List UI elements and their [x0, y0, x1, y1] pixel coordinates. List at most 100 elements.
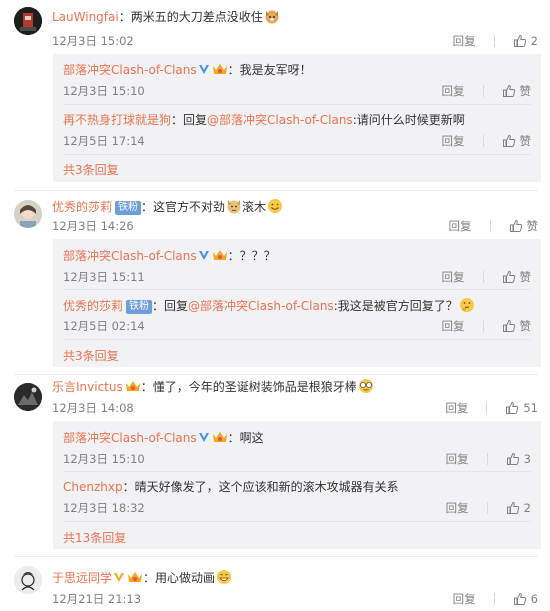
- avatar[interactable]: [14, 566, 42, 594]
- divider: [486, 453, 488, 465]
- verified-v-icon: [198, 251, 209, 260]
- like-button[interactable]: 2: [506, 501, 531, 515]
- divider: [482, 135, 484, 147]
- comment-username[interactable]: 乐言Invictus: [52, 380, 123, 394]
- comment-username[interactable]: LauWingfai: [52, 10, 119, 24]
- reply-username[interactable]: 优秀的莎莉: [63, 299, 123, 313]
- reply-username[interactable]: 再不热身打球就是狗: [63, 113, 171, 127]
- reply-item: Chenzhxp：晴天好像发了，这个应该和新的滚木攻城器有关系 12月3日 18…: [53, 473, 541, 521]
- divider: [482, 85, 484, 97]
- like-button[interactable]: 赞: [502, 269, 532, 285]
- like-count: 2: [530, 34, 538, 48]
- fan-badge: 铁粉: [115, 201, 142, 215]
- reply-button[interactable]: 回复: [446, 500, 469, 516]
- divider: [486, 402, 488, 414]
- mention-link[interactable]: @部落冲突Clash-of-Clans: [207, 113, 353, 127]
- more-replies-link[interactable]: 共3条回复: [63, 162, 119, 178]
- divider: [63, 339, 531, 340]
- smile-emoji-icon: [268, 199, 283, 213]
- mention-link[interactable]: @部落冲突Clash-of-Clans: [188, 299, 334, 313]
- like-button[interactable]: 51: [505, 401, 538, 415]
- comment-text: ：两米五的大刀差点没收住: [118, 10, 263, 24]
- avatar[interactable]: [14, 7, 42, 35]
- divider: [63, 471, 531, 472]
- like-count: 6: [530, 592, 538, 606]
- divider: [63, 154, 531, 155]
- reply-button[interactable]: 回复: [442, 133, 465, 149]
- divider: [489, 220, 491, 232]
- like-label: 赞: [519, 134, 532, 148]
- fan-badge: 铁粉: [126, 300, 153, 314]
- comment-text: ：懂了，今年的圣诞树装饰品是根狼牙棒: [140, 380, 357, 394]
- divider: [63, 521, 531, 522]
- like-button[interactable]: 赞: [502, 133, 532, 149]
- crown-badge-icon: [212, 432, 227, 442]
- reply-button[interactable]: 回复: [449, 218, 472, 234]
- crown-badge-icon: [125, 381, 140, 391]
- thumbs-up-icon: [506, 452, 519, 465]
- divider: [486, 502, 488, 514]
- reply-button[interactable]: 回复: [453, 591, 476, 607]
- reply-text: ：回复: [171, 113, 208, 127]
- comment-username[interactable]: 优秀的莎莉: [52, 200, 112, 214]
- divider: [482, 271, 484, 283]
- like-count: 2: [523, 501, 531, 515]
- like-button[interactable]: 赞: [509, 218, 538, 234]
- divider: [14, 556, 538, 557]
- crown-badge-icon: [212, 250, 227, 260]
- reply-item: 优秀的莎莉 铁粉 ：回复@部落冲突Clash-of-Clans:我这是被官方回复了？…: [53, 291, 541, 339]
- like-label: 赞: [519, 270, 532, 284]
- thumbs-up-icon: [502, 84, 515, 97]
- like-button[interactable]: 赞: [502, 318, 532, 334]
- reply-button[interactable]: 回复: [445, 400, 468, 416]
- verified-v-icon: [198, 433, 209, 442]
- comment-username[interactable]: 于思远同学: [52, 571, 112, 585]
- avatar[interactable]: [14, 383, 42, 411]
- comment-time: 12月21日 21:13: [52, 592, 142, 606]
- comment-text: ：这官方不对劲: [141, 200, 226, 214]
- like-count: 3: [523, 452, 531, 466]
- reply-thread: 部落冲突Clash-of-Clans ：我是友军呀！ 12月3日 15:10 回复…: [53, 54, 541, 182]
- avatar[interactable]: [14, 200, 42, 228]
- like-label: 赞: [519, 319, 532, 333]
- reply-item: 部落冲突Clash-of-Clans ：？？？ 12月3日 15:11 回复 赞: [53, 239, 541, 287]
- thumbs-up-icon: [502, 270, 515, 283]
- divider: [482, 320, 484, 332]
- reply-item: 部落冲突Clash-of-Clans ：我是友军呀！ 12月3日 15:10 回复…: [53, 54, 541, 102]
- thumbs-up-icon: [513, 34, 526, 47]
- reply-username[interactable]: 部落冲突Clash-of-Clans: [63, 63, 197, 77]
- doge-emoji-icon: [227, 200, 241, 214]
- thumbs-up-icon: [506, 501, 519, 514]
- like-button[interactable]: 赞: [502, 83, 532, 99]
- comment-text: ：用心做动画: [143, 571, 216, 585]
- divider: [63, 289, 531, 290]
- divider: [63, 104, 531, 105]
- thumbs-up-icon: [502, 319, 515, 332]
- reply-item: 部落冲突Clash-of-Clans ：啊这 12月3日 15:10 回复 3: [53, 421, 541, 469]
- like-button[interactable]: 2: [513, 34, 538, 48]
- reply-button[interactable]: 回复: [453, 33, 476, 49]
- reply-button[interactable]: 回复: [442, 83, 465, 99]
- reply-username[interactable]: 部落冲突Clash-of-Clans: [63, 431, 197, 445]
- reply-button[interactable]: 回复: [446, 451, 469, 467]
- reply-time: 12月5日 02:14: [63, 319, 145, 333]
- reply-button[interactable]: 回复: [442, 318, 465, 334]
- reply-username[interactable]: 部落冲突Clash-of-Clans: [63, 249, 197, 263]
- reply-text: ：啊这: [227, 431, 264, 445]
- more-replies-link[interactable]: 共3条回复: [63, 348, 119, 364]
- comment-text-continued: 滚木: [242, 200, 267, 214]
- more-replies-link[interactable]: 共13条回复: [63, 530, 126, 546]
- reply-time: 12月3日 18:32: [63, 501, 145, 515]
- like-button[interactable]: 6: [513, 592, 538, 606]
- reply-item: 再不热身打球就是狗：回复@部落冲突Clash-of-Clans:请问什么时候更新…: [53, 106, 541, 154]
- reply-button[interactable]: 回复: [442, 269, 465, 285]
- reply-time: 12月3日 15:10: [63, 84, 145, 98]
- reply-text: ：？？？: [227, 249, 276, 263]
- reply-text: ：回复: [152, 299, 189, 313]
- crown-badge-icon: [128, 572, 143, 582]
- like-label: 赞: [519, 84, 532, 98]
- reply-username[interactable]: Chenzhxp: [63, 480, 123, 494]
- like-button[interactable]: 3: [506, 452, 531, 466]
- reply-text-continued: :请问什么时候更新啊: [352, 113, 465, 127]
- glasses-emoji-icon: [358, 379, 373, 393]
